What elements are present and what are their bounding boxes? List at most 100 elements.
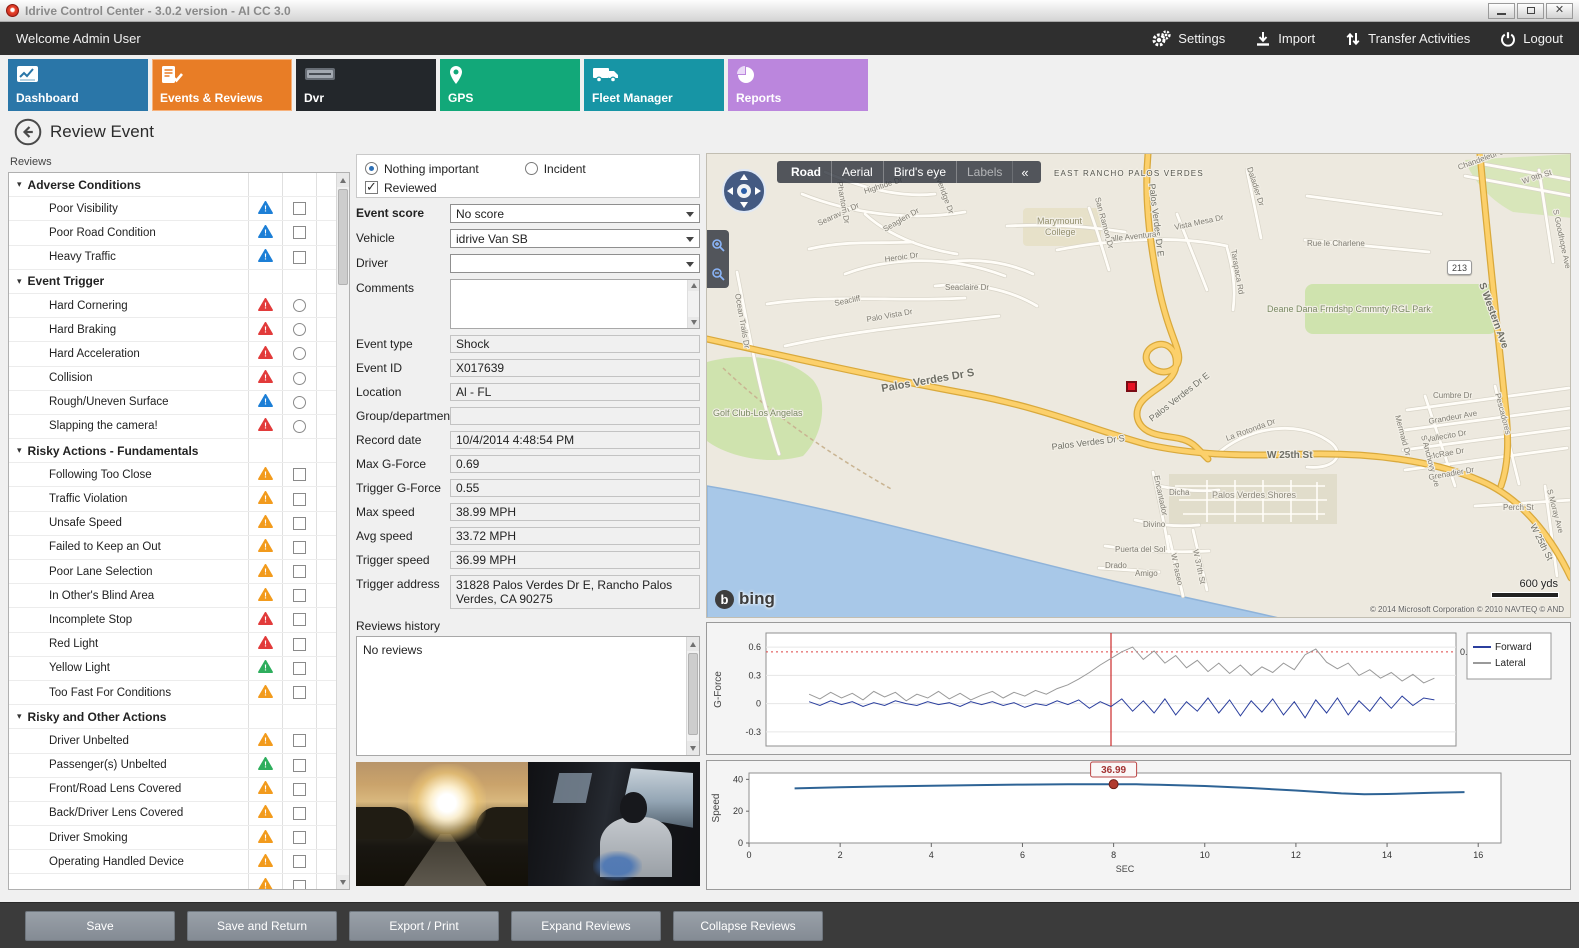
item-checkbox[interactable] [293,493,306,506]
item-radio[interactable] [293,323,306,336]
logout-button[interactable]: Logout [1500,31,1563,47]
minimize-button[interactable] [1488,3,1515,19]
tree-group-row[interactable]: ▾Risky and Other Actions [9,705,336,729]
tree-item-row[interactable]: Failed to Keep an Out! [9,536,336,560]
item-checkbox[interactable] [293,613,306,626]
reviews-history-scrollbar[interactable] [686,637,699,755]
tree-item-row[interactable]: ! [9,874,336,889]
map-zoom-out-button[interactable] [711,267,725,281]
scroll-up-button[interactable] [337,173,349,187]
settings-button[interactable]: Settings [1151,30,1225,48]
tree-item-row[interactable]: Driver Smoking! [9,826,336,850]
tree-item-row[interactable]: Front/Road Lens Covered! [9,778,336,802]
map-mode-bird-s-eye[interactable]: Bird's eye [884,161,957,183]
window-titlebar[interactable]: Idrive Control Center - 3.0.2 version - … [0,0,1579,22]
radio-incident[interactable] [525,162,538,175]
radio-nothing-important[interactable] [365,162,378,175]
item-radio[interactable] [293,420,306,433]
scroll-up-button[interactable] [688,280,699,291]
save-and-return-button[interactable]: Save and Return [187,911,337,941]
item-checkbox[interactable] [293,855,306,868]
tree-item-row[interactable]: Too Fast For Conditions! [9,681,336,705]
tree-group-row[interactable]: ▾Event Trigger [9,270,336,294]
event-location-marker[interactable] [1126,381,1137,392]
save-button[interactable]: Save [25,911,175,941]
item-checkbox[interactable] [293,662,306,675]
tree-item-row[interactable]: Collision! [9,367,336,391]
item-checkbox[interactable] [293,226,306,239]
tree-item-row[interactable]: Driver Unbelted! [9,729,336,753]
item-checkbox[interactable] [293,468,306,481]
tree-item-row[interactable]: Rough/Uneven Surface! [9,391,336,415]
tree-item-row[interactable]: Poor Visibility! [9,197,336,221]
tree-item-row[interactable]: Yellow Light! [9,657,336,681]
tree-expander-icon[interactable]: ▾ [17,711,22,722]
tree-item-row[interactable]: Incomplete Stop! [9,608,336,632]
trigger-marker[interactable] [1109,780,1118,789]
tree-item-row[interactable]: Following Too Close! [9,463,336,487]
tree-item-row[interactable]: Traffic Violation! [9,487,336,511]
item-checkbox[interactable] [293,541,306,554]
tree-item-row[interactable]: Back/Driver Lens Covered! [9,802,336,826]
item-checkbox[interactable] [293,202,306,215]
driver-camera-thumbnail[interactable] [528,762,700,886]
tree-item-row[interactable]: Hard Cornering! [9,294,336,318]
tree-item-row[interactable]: Unsafe Speed! [9,512,336,536]
item-radio[interactable] [293,347,306,360]
item-checkbox[interactable] [293,783,306,796]
tree-item-row[interactable]: Red Light! [9,633,336,657]
textarea-scrollbar[interactable] [687,280,699,328]
scrollbar-thumb[interactable] [338,189,348,285]
reviews-history-list[interactable]: No reviews [356,636,700,756]
scroll-down-button[interactable] [688,317,699,328]
item-checkbox[interactable] [293,517,306,530]
tree-item-row[interactable]: Poor Lane Selection! [9,560,336,584]
item-checkbox[interactable] [293,880,306,889]
map-mode-aerial[interactable]: Aerial [832,161,884,183]
back-button[interactable] [14,118,42,146]
close-button[interactable]: ✕ [1546,3,1573,19]
tree-item-row[interactable]: Heavy Traffic! [9,246,336,270]
tab-dvr[interactable]: Dvr [296,59,436,111]
item-checkbox[interactable] [293,589,306,602]
item-checkbox[interactable] [293,638,306,651]
tree-item-row[interactable]: Operating Handled Device! [9,850,336,874]
item-checkbox[interactable] [293,734,306,747]
map[interactable]: EAST RANCHO PALOS VERDESMarymountCollege… [706,153,1571,618]
transfer-activities-button[interactable]: Transfer Activities [1345,31,1470,47]
item-radio[interactable] [293,396,306,409]
tree-group-row[interactable]: ▾Risky Actions - Fundamentals [9,439,336,463]
item-checkbox[interactable] [293,831,306,844]
import-button[interactable]: Import [1255,31,1315,47]
field-event-score[interactable]: No score [450,204,700,223]
tree-expander-icon[interactable]: ▾ [17,179,22,190]
item-checkbox[interactable] [293,759,306,772]
item-checkbox[interactable] [293,565,306,578]
tab-events-reviews[interactable]: Events & Reviews [152,59,292,111]
export-print-button[interactable]: Export / Print [349,911,499,941]
tree-expander-icon[interactable]: ▾ [17,276,22,287]
tree-item-row[interactable]: In Other's Blind Area! [9,584,336,608]
item-radio[interactable] [293,299,306,312]
tab-gps[interactable]: GPS [440,59,580,111]
tab-reports[interactable]: Reports [728,59,868,111]
map-canvas[interactable]: EAST RANCHO PALOS VERDESMarymountCollege… [707,154,1571,618]
map-mode-labels[interactable]: Labels [957,161,1013,183]
collapse-reviews-button[interactable]: Collapse Reviews [673,911,823,941]
maximize-button[interactable] [1517,3,1544,19]
item-radio[interactable] [293,372,306,385]
tree-item-row[interactable]: Passenger(s) Unbelted! [9,754,336,778]
tree-scrollbar[interactable] [336,173,349,889]
scrollbar-thumb[interactable] [688,653,698,735]
tree-item-row[interactable]: Hard Braking! [9,318,336,342]
map-mode-road[interactable]: Road [781,161,832,183]
scroll-down-button[interactable] [337,875,349,889]
tree-item-row[interactable]: Hard Acceleration! [9,342,336,366]
item-checkbox[interactable] [293,686,306,699]
map-collapse-button[interactable]: « [1013,165,1036,180]
comments-textarea[interactable] [450,279,700,329]
item-checkbox[interactable] [293,807,306,820]
map-compass-control[interactable] [721,168,767,217]
checkbox-reviewed[interactable] [365,181,378,194]
field-vehicle[interactable]: idrive Van SB [450,229,700,248]
